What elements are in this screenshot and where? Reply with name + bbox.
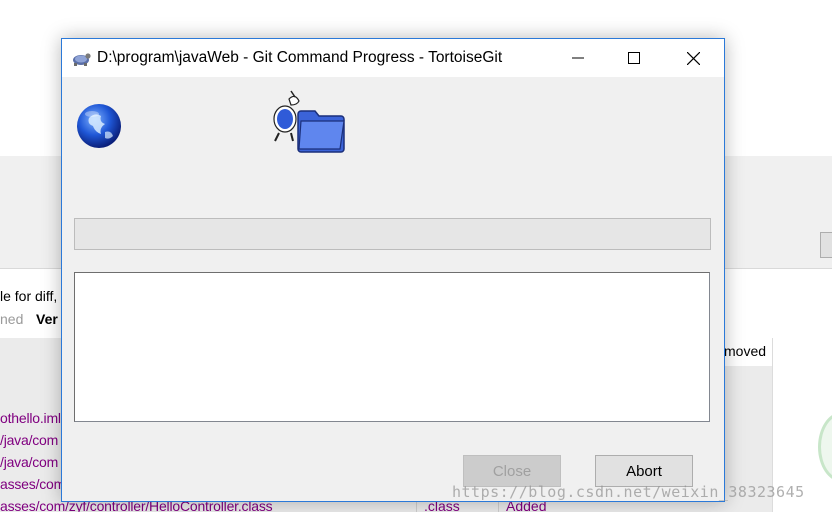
minimize-button[interactable] [555, 39, 601, 77]
tortoisegit-icon [70, 48, 92, 68]
list-item[interactable]: othello.iml [0, 410, 61, 426]
maximize-button[interactable] [611, 39, 657, 77]
minimize-icon [572, 57, 584, 59]
close-icon [686, 51, 700, 65]
desktop: le for diff, ned Ver moved othello.iml /… [0, 0, 832, 512]
progress-bar [74, 218, 711, 250]
close-window-button[interactable] [670, 39, 716, 77]
git-command-progress-dialog: D:\program\javaWeb - Git Command Progres… [61, 38, 725, 502]
background-button[interactable] [820, 232, 832, 258]
watermark: https://blog.csdn.net/weixin_38323645 [452, 483, 805, 501]
list-item[interactable]: asses/com [0, 476, 65, 492]
maximize-icon [628, 52, 640, 64]
title-bar[interactable]: D:\program\javaWeb - Git Command Progres… [62, 39, 724, 77]
tortoise-folder-icon [271, 89, 347, 155]
background-info-text: le for diff, [0, 288, 58, 304]
background-grey-label: ned [0, 311, 24, 327]
background-list-header: moved [724, 343, 767, 359]
list-item[interactable]: /java/com [0, 432, 58, 448]
background-bold-label: Ver [36, 311, 58, 327]
log-output[interactable] [74, 272, 710, 422]
window-title: D:\program\javaWeb - Git Command Progres… [97, 49, 503, 66]
list-item[interactable]: /java/com [0, 454, 58, 470]
globe-icon [75, 102, 123, 150]
